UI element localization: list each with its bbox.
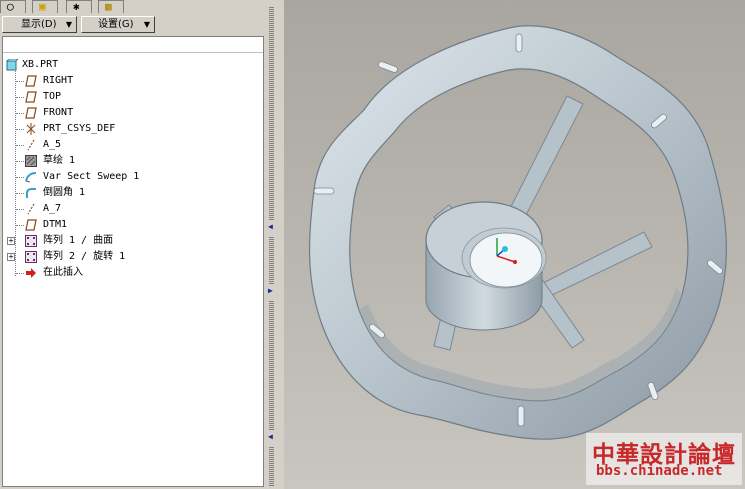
splitter-grip	[269, 300, 274, 430]
tree-item-csys[interactable]: PRT_CSYS_DEF	[3, 121, 263, 137]
collapse-left-icon[interactable]: ◀	[268, 222, 273, 231]
tree-item-label: Var Sect Sweep 1	[43, 171, 140, 182]
sweep-icon	[25, 172, 37, 183]
datum-plane-icon	[25, 75, 37, 87]
tab-layers[interactable]: ▩	[98, 0, 124, 13]
pattern-icon	[25, 235, 37, 247]
tree-item-right[interactable]: RIGHT	[3, 73, 263, 89]
part-icon	[6, 59, 18, 71]
star-icon: ✱	[73, 0, 80, 13]
show-dropdown-label: 显示(D)	[21, 19, 57, 30]
tree-item-label: 阵列 1 / 曲面	[43, 235, 114, 246]
tree-item-label: TOP	[43, 91, 62, 102]
folder-icon: ▣	[39, 0, 46, 13]
tree-item-top[interactable]: TOP	[3, 89, 263, 105]
tree-item-a7[interactable]: A_7	[3, 201, 263, 217]
tree-item-sweep[interactable]: Var Sect Sweep 1	[3, 169, 263, 185]
show-dropdown[interactable]: 显示(D) ▼	[2, 16, 77, 33]
model-tree-panel: ◯ ▣ ✱ ▩ 显示(D) ▼ 设置(G) ▼ XB.PRT RIGHT TOP…	[0, 0, 266, 489]
model-tree: XB.PRT RIGHT TOP FRONT PRT_CSYS_DEF A_5 …	[2, 36, 264, 487]
splitter-grip	[269, 6, 274, 221]
tree-item-label: 阵列 2 / 旋转 1	[43, 251, 126, 262]
panel-splitter[interactable]: ◀ ▶ ◀	[266, 0, 284, 489]
datum-axis-icon	[27, 203, 35, 215]
tree-item-label: DTM1	[43, 219, 68, 230]
tree-item-label: RIGHT	[43, 75, 74, 86]
collapse-right-icon[interactable]: ▶	[268, 286, 273, 295]
splitter-grip	[269, 446, 274, 486]
tree-item-label: A_7	[43, 203, 62, 214]
round-icon	[26, 188, 36, 198]
tree-item-label: 草绘 1	[43, 155, 76, 166]
tree-item-a5[interactable]: A_5	[3, 137, 263, 153]
tree-item-root[interactable]: XB.PRT	[3, 57, 263, 73]
tree-header	[3, 37, 263, 53]
settings-dropdown-label: 设置(G)	[98, 19, 134, 30]
splitter-grip	[269, 236, 274, 284]
tree-item-label: PRT_CSYS_DEF	[43, 123, 116, 134]
tree-item-sketch[interactable]: 草绘 1	[3, 153, 263, 169]
grip	[313, 187, 335, 195]
tree-item-insert-here[interactable]: 在此插入	[3, 265, 263, 281]
csys-icon	[26, 123, 36, 135]
pattern-icon	[25, 251, 37, 263]
datum-plane-icon	[25, 107, 37, 119]
spoke	[538, 231, 653, 299]
tree-item-label: XB.PRT	[22, 59, 59, 70]
sketch-icon	[25, 155, 37, 167]
collapse-left-icon[interactable]: ◀	[268, 432, 273, 441]
watermark: 中華設計論壇 bbs.chinade.net	[586, 433, 742, 485]
grip	[378, 61, 398, 73]
tree-item-label: FRONT	[43, 107, 74, 118]
datum-plane-icon	[25, 219, 37, 231]
datum-plane-icon	[25, 91, 37, 103]
tree-toolbar: 显示(D) ▼ 设置(G) ▼	[0, 15, 266, 35]
tree-item-label: 在此插入	[43, 267, 83, 278]
chevron-down-icon: ▼	[143, 20, 150, 29]
tree-item-label: 倒圆角 1	[43, 187, 86, 198]
tree-item-pattern-1[interactable]: + 阵列 1 / 曲面	[3, 233, 263, 249]
tree-item-front[interactable]: FRONT	[3, 105, 263, 121]
handwheel-model	[308, 25, 727, 440]
chevron-down-icon: ▼	[65, 20, 72, 29]
watermark-url: bbs.chinade.net	[596, 463, 723, 479]
expand-icon[interactable]: +	[7, 253, 15, 261]
tree-item-pattern-2[interactable]: + 阵列 2 / 旋转 1	[3, 249, 263, 265]
expand-icon[interactable]: +	[7, 237, 15, 245]
grip	[517, 405, 525, 427]
tab-favorites[interactable]: ✱	[66, 0, 92, 13]
panel-tabs: ◯ ▣ ✱ ▩	[0, 0, 266, 14]
tree-item-dtm1[interactable]: DTM1	[3, 217, 263, 233]
settings-dropdown[interactable]: 设置(G) ▼	[81, 16, 155, 33]
tree-icon: ◯	[7, 0, 14, 13]
layers-icon: ▩	[105, 0, 112, 13]
datum-axis-icon	[27, 139, 35, 151]
insert-arrow-icon	[26, 268, 36, 278]
tree-item-round[interactable]: 倒圆角 1	[3, 185, 263, 201]
tree-item-label: A_5	[43, 139, 62, 150]
hub	[425, 201, 547, 331]
graphics-viewport[interactable]	[284, 0, 745, 489]
grip	[515, 33, 523, 53]
tab-model-tree[interactable]: ◯	[0, 0, 26, 13]
tab-folder[interactable]: ▣	[32, 0, 58, 13]
